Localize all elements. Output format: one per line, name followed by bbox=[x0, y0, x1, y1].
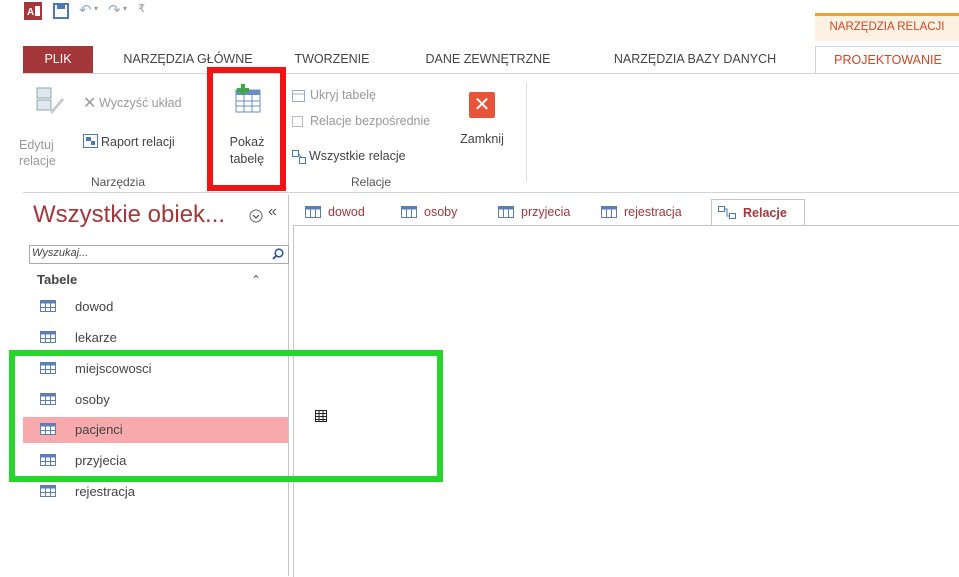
search-placeholder: Wyszukaj... bbox=[32, 247, 89, 259]
redo-icon[interactable]: ↷ bbox=[108, 1, 121, 19]
edit-relationships-label-line1: Edytuj bbox=[19, 138, 54, 152]
hide-table-icon bbox=[292, 90, 305, 102]
tab-create[interactable]: TWORZENIE bbox=[282, 46, 382, 73]
save-icon[interactable] bbox=[53, 3, 69, 19]
table-icon bbox=[498, 206, 514, 218]
doc-tab-label: przyjecia bbox=[521, 205, 571, 219]
table-icon bbox=[305, 206, 321, 218]
table-icon bbox=[40, 331, 56, 343]
document-tabs: dowod osoby przyjecia rejestracja Relacj… bbox=[299, 195, 959, 226]
clear-layout-icon: ✕ bbox=[83, 95, 97, 112]
hide-table-button[interactable]: Ukryj tabelę bbox=[310, 88, 376, 102]
doc-tab-osoby[interactable]: osoby bbox=[395, 200, 485, 224]
redo-dropdown-icon[interactable]: ▾ bbox=[123, 4, 127, 13]
tab-database-tools[interactable]: NARZĘDZIA BAZY DANYCH bbox=[590, 46, 800, 73]
edit-relationships-label-line2: relacje bbox=[19, 154, 56, 168]
table-icon bbox=[40, 485, 56, 497]
doc-tab-rejestracja[interactable]: rejestracja bbox=[595, 200, 700, 224]
close-label: Zamknij bbox=[460, 132, 504, 146]
section-header-tables[interactable]: Tabele bbox=[37, 272, 77, 287]
access-app-icon: A bbox=[24, 2, 42, 20]
nav-item-label: rejestracja bbox=[75, 484, 135, 499]
nav-item-label: dowod bbox=[75, 299, 114, 314]
table-icon bbox=[40, 300, 56, 312]
doc-tab-label: osoby bbox=[424, 205, 458, 219]
table-icon bbox=[601, 206, 617, 218]
nav-menu-dropdown-icon[interactable] bbox=[249, 209, 263, 223]
relationships-icon bbox=[718, 206, 736, 219]
undo-icon[interactable]: ↶ bbox=[79, 1, 92, 19]
tab-file[interactable]: PLIK bbox=[23, 46, 93, 73]
undo-dropdown-icon[interactable]: ▾ bbox=[94, 4, 98, 13]
group-label-relationships: Relacje bbox=[351, 175, 392, 189]
doc-tab-dowod[interactable]: dowod bbox=[299, 200, 389, 224]
search-input[interactable]: Wyszukaj... bbox=[29, 245, 289, 264]
tab-external-data[interactable]: DANE ZEWNĘTRZNE bbox=[408, 46, 568, 73]
relationship-report-button[interactable]: Raport relacji bbox=[101, 135, 175, 149]
search-icon[interactable] bbox=[272, 248, 284, 260]
collapse-pane-icon[interactable]: « bbox=[268, 203, 277, 221]
nav-item-rejestracja[interactable]: rejestracja bbox=[23, 479, 288, 505]
collapse-section-icon[interactable]: ⌃ bbox=[251, 273, 261, 287]
tab-design[interactable]: PROJEKTOWANIE bbox=[815, 46, 959, 74]
customize-qat-icon[interactable]: ₹ bbox=[138, 2, 145, 15]
nav-pane-title[interactable]: Wszystkie obiek... bbox=[33, 201, 225, 229]
direct-relationships-icon bbox=[292, 116, 303, 127]
close-icon: ✕ bbox=[469, 92, 495, 118]
direct-relationships-button[interactable]: Relacje bezpośrednie bbox=[310, 114, 430, 128]
all-relationships-button[interactable]: Wszystkie relacje bbox=[309, 149, 406, 163]
nav-item-lekarze[interactable]: lekarze bbox=[23, 325, 288, 351]
ribbon-tabs: PLIK NARZĘDZIA GŁÓWNE TWORZENIE DANE ZEW… bbox=[0, 46, 959, 74]
clear-layout-button[interactable]: Wyczyść układ bbox=[99, 96, 182, 110]
doc-tab-label: dowod bbox=[328, 205, 365, 219]
relationship-report-icon bbox=[83, 134, 98, 148]
group-separator bbox=[526, 82, 527, 182]
close-button[interactable]: ✕ Zamknij bbox=[453, 84, 511, 164]
nav-item-label: lekarze bbox=[75, 330, 117, 345]
nav-item-dowod[interactable]: dowod bbox=[23, 294, 288, 320]
edit-relationships-button[interactable]: Edytuj relacje bbox=[19, 137, 56, 169]
ribbon: Edytuj relacje ✕ Wyczyść układ Raport re… bbox=[19, 73, 959, 193]
doc-tab-relationships[interactable]: Relacje bbox=[711, 199, 805, 226]
doc-tab-label: rejestracja bbox=[624, 205, 682, 219]
highlight-box-red bbox=[207, 67, 286, 191]
edit-relationships-icon bbox=[36, 87, 64, 114]
doc-tab-label: Relacje bbox=[743, 206, 787, 220]
table-icon bbox=[401, 206, 417, 218]
doc-tab-przyjecia[interactable]: przyjecia bbox=[492, 200, 582, 224]
svg-text:A: A bbox=[27, 7, 34, 18]
group-label-tools: Narzędzia bbox=[91, 175, 146, 189]
context-tab-relationship-tools: NARZĘDZIA RELACJI bbox=[815, 13, 959, 41]
highlight-box-green bbox=[9, 350, 443, 482]
all-relationships-icon bbox=[292, 150, 306, 164]
